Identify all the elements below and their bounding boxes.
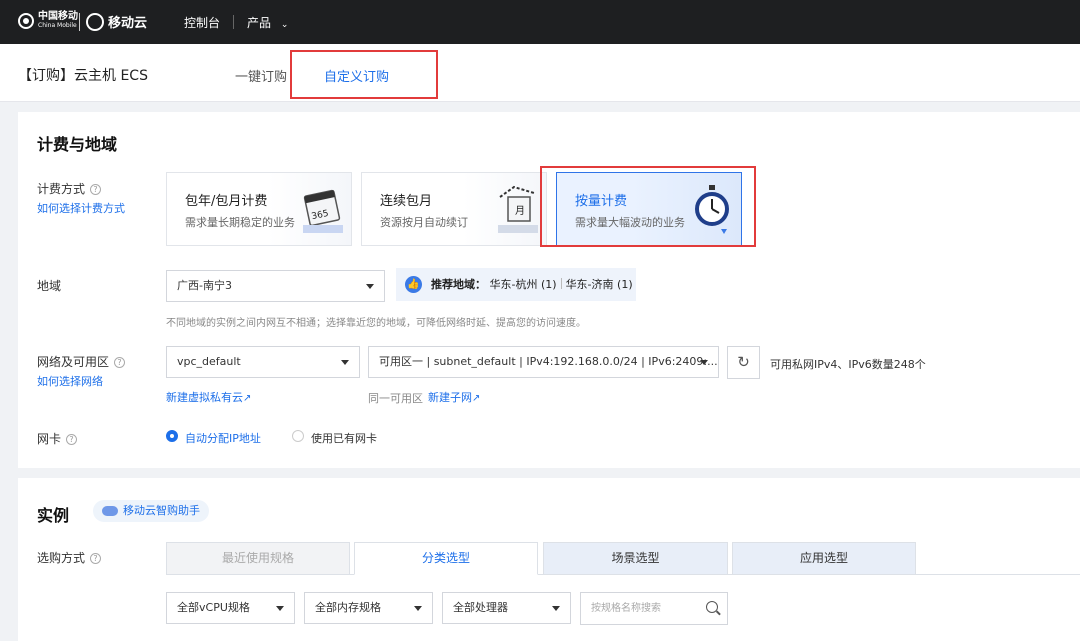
subnet-select-value: 可用区一 | subnet_default | IPv4:192.168.0.0…: [379, 355, 718, 368]
billing-option-desc: 需求量长期稳定的业务: [185, 216, 295, 229]
recommend-region-hangzhou[interactable]: 华东-杭州 (1): [490, 278, 557, 291]
help-icon[interactable]: ?: [114, 357, 126, 368]
caret-down-icon: [700, 360, 708, 365]
logo-divider: [79, 13, 80, 31]
monthly-calendar-illustration-icon: 月: [498, 185, 538, 233]
logo-cn-text: 中国移动: [38, 11, 78, 22]
purchase-method-label-text: 选购方式: [37, 551, 86, 565]
svg-text:月: 月: [515, 205, 525, 217]
page-header: 【订购】云主机 ECS 一键订购 自定义订购: [0, 44, 1080, 102]
billing-option-title: 按量计费: [575, 194, 628, 209]
recommend-divider: [560, 278, 562, 289]
chevron-down-icon: ⌄: [280, 20, 289, 30]
thumbs-up-icon: 👍: [405, 276, 422, 293]
caret-down-icon: [366, 284, 374, 289]
top-navigation-bar: 中国移动 China Mobile 移动云 控制台 产品 ⌄: [0, 0, 1080, 44]
tab-scenario-selection[interactable]: 场景选型: [543, 542, 728, 575]
processor-filter-select[interactable]: 全部处理器: [442, 592, 571, 624]
external-link-icon: ↗: [243, 393, 252, 404]
ecloud-logo-icon: [86, 12, 104, 31]
nic-label: 网卡?: [37, 430, 78, 447]
billing-option-continuous-monthly[interactable]: 连续包月 资源按月自动续订 月: [361, 172, 547, 246]
assistant-label: 移动云智购助手: [123, 504, 200, 517]
page-title: 【订购】云主机 ECS: [18, 68, 148, 84]
ecloud-logo-text: 移动云: [108, 16, 148, 31]
recommend-key: 推荐地域：: [431, 278, 486, 291]
smart-purchase-assistant[interactable]: 移动云智购助手: [93, 500, 209, 522]
billing-option-pay-as-you-go[interactable]: 按量计费 需求量大幅波动的业务: [556, 172, 742, 246]
nav-products-label: 产品: [247, 16, 272, 30]
network-help-link[interactable]: 如何选择网络: [37, 373, 103, 389]
china-mobile-logo-icon: [18, 13, 34, 29]
network-label: 网络及可用区?: [37, 353, 126, 370]
new-subnet-link-text: 新建子网: [428, 391, 472, 404]
tab-application-selection[interactable]: 应用选型: [732, 542, 916, 575]
billing-option-annual-monthly[interactable]: 包年/包月计费 需求量长期稳定的业务 365: [166, 172, 352, 246]
same-zone-text: 同一可用区: [368, 392, 423, 405]
calendar-illustration-icon: 365: [303, 189, 343, 233]
region-hint: 不同地域的实例之间内网互不相通；选择靠近您的地域，可降低网络时延、提高您的访问速…: [166, 318, 586, 329]
caret-down-icon: [552, 606, 560, 611]
nic-label-text: 网卡: [37, 432, 62, 446]
vcpu-filter-select[interactable]: 全部vCPU规格: [166, 592, 295, 624]
recommend-region-jinan[interactable]: 华东-济南 (1): [566, 278, 633, 291]
billing-option-title: 连续包月: [380, 194, 433, 209]
caret-down-icon: [341, 360, 349, 365]
vpc-select-value: vpc_default: [177, 355, 241, 368]
region-label: 地域: [37, 279, 62, 293]
assistant-icon: [102, 506, 118, 516]
vcpu-filter-value: 全部vCPU规格: [177, 601, 250, 614]
memory-filter-value: 全部内存规格: [315, 601, 381, 614]
nic-option-auto-assign[interactable]: 自动分配IP地址: [166, 430, 261, 446]
region-select-value: 广西-南宁3: [177, 279, 232, 292]
billing-label: 计费方式?: [37, 180, 102, 197]
new-vpc-link[interactable]: 新建虚拟私有云↗: [166, 389, 251, 405]
vpc-select[interactable]: vpc_default: [166, 346, 360, 378]
help-icon[interactable]: ?: [90, 184, 102, 195]
help-icon[interactable]: ?: [66, 434, 78, 445]
refresh-button[interactable]: ↻: [727, 346, 760, 379]
billing-help-link[interactable]: 如何选择计费方式: [37, 200, 125, 216]
nic-option-existing[interactable]: 使用已有网卡: [292, 430, 377, 446]
purchase-method-label: 选购方式?: [37, 549, 102, 566]
caret-down-icon: [276, 606, 284, 611]
nav-console[interactable]: 控制台: [184, 14, 220, 31]
tab-category-selection[interactable]: 分类选型: [354, 542, 538, 575]
recommended-regions: 👍 推荐地域： 华东-杭州 (1) 华东-济南 (1): [396, 268, 636, 301]
spec-search-placeholder: 按规格名称搜索: [591, 603, 661, 614]
tab-quick-order[interactable]: 一键订购: [235, 66, 287, 85]
network-label-text: 网络及可用区: [37, 355, 110, 369]
ecloud-logo[interactable]: 移动云: [86, 12, 147, 31]
help-icon[interactable]: ?: [90, 553, 102, 564]
subnet-select[interactable]: 可用区一 | subnet_default | IPv4:192.168.0.0…: [368, 346, 719, 378]
new-vpc-link-text: 新建虚拟私有云: [166, 391, 243, 404]
nav-divider: [233, 15, 234, 29]
billing-option-desc: 资源按月自动续订: [380, 216, 468, 229]
new-subnet-link[interactable]: 新建子网↗: [428, 389, 480, 405]
refresh-icon: ↻: [737, 353, 750, 371]
ip-count-text: 可用私网IPv4、IPv6数量248个: [770, 358, 926, 371]
processor-filter-value: 全部处理器: [453, 601, 508, 614]
china-mobile-logo[interactable]: 中国移动 China Mobile: [18, 12, 78, 30]
region-select[interactable]: 广西-南宁3: [166, 270, 385, 302]
tab-custom-order[interactable]: 自定义订购: [324, 66, 389, 85]
caret-down-icon: [414, 606, 422, 611]
billing-option-desc: 需求量大幅波动的业务: [575, 216, 685, 229]
stopwatch-illustration-icon: [695, 185, 729, 234]
billing-option-title: 包年/包月计费: [185, 194, 268, 209]
section-title-billing: 计费与地域: [37, 135, 118, 154]
external-link-icon: ↗: [472, 393, 481, 404]
memory-filter-select[interactable]: 全部内存规格: [304, 592, 433, 624]
logo-en-text: China Mobile: [38, 22, 77, 29]
spec-search-input[interactable]: 按规格名称搜索: [580, 592, 728, 625]
billing-label-text: 计费方式: [37, 182, 86, 196]
tab-recent-specs[interactable]: 最近使用规格: [166, 542, 350, 575]
section-title-instance: 实例: [37, 506, 70, 525]
search-icon[interactable]: [706, 601, 718, 613]
nav-products[interactable]: 产品 ⌄: [247, 14, 288, 31]
